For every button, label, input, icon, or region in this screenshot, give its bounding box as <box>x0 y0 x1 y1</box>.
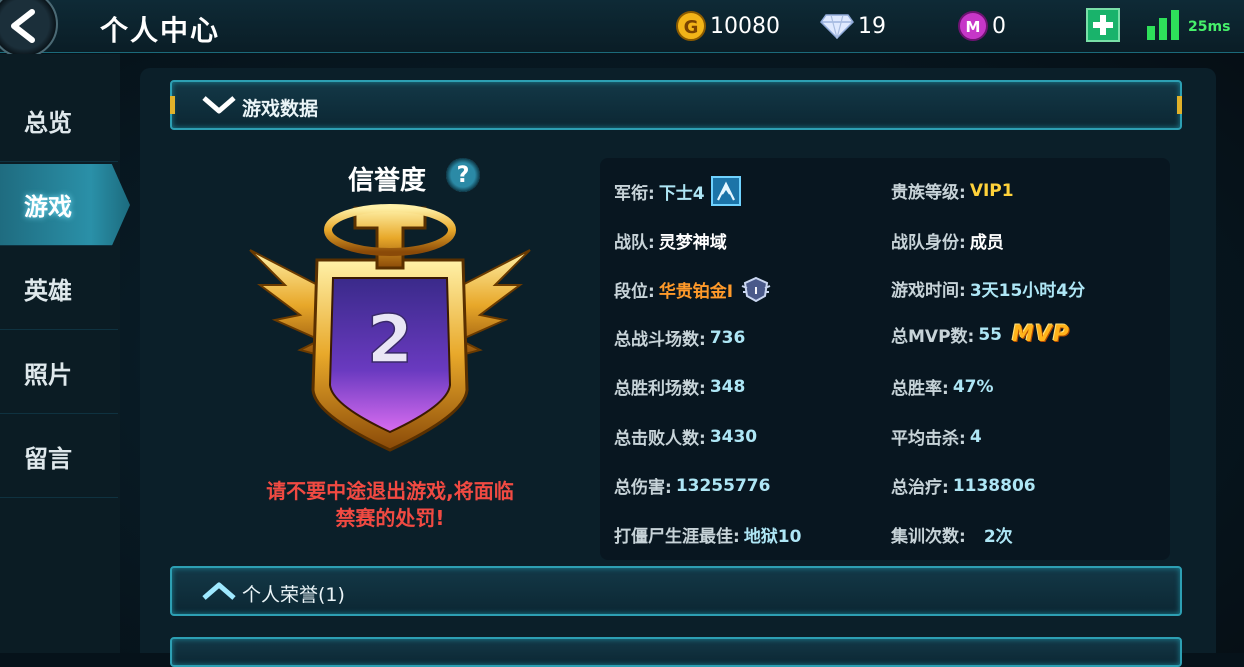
stat-avg-kills: 平均击杀: 4 <box>891 426 982 450</box>
stats-panel <box>600 158 1170 560</box>
section-honors-header[interactable]: 个人荣誉(1) <box>170 566 1182 616</box>
nav-item-overview[interactable]: 总览 <box>0 80 118 162</box>
signal-strength-icon <box>1147 10 1179 40</box>
stat-win-rate: 总胜率: 47% <box>891 376 994 400</box>
back-button[interactable] <box>0 0 58 58</box>
stat-training-count: 集训次数: 2次 <box>891 527 1013 547</box>
plus-icon <box>1093 15 1113 35</box>
nav-item-label: 总览 <box>24 109 72 137</box>
nav-item-label: 照片 <box>24 361 72 389</box>
chevron-down-icon <box>202 96 236 114</box>
help-icon[interactable]: ? <box>446 158 480 192</box>
top-bar: 个人中心 G 10080 19 M 0 25ms <box>0 0 1244 58</box>
stat-total-wins: 总胜利场数: 348 <box>614 376 746 400</box>
gem-amount: 0 <box>992 13 1006 39</box>
ping-indicator: 25ms <box>1188 19 1231 35</box>
section-next-header[interactable] <box>170 637 1182 667</box>
stat-total-kills: 总击败人数: 3430 <box>614 426 758 450</box>
stat-total-healing: 总治疗: 1138806 <box>891 475 1036 499</box>
diamond-counter: 19 <box>820 11 886 41</box>
stat-zombie-best: 打僵尸生涯最佳: 地狱10 <box>614 527 802 547</box>
chevron-up-icon <box>202 582 236 600</box>
diamond-amount: 19 <box>858 13 886 39</box>
credit-badge: 2 <box>249 204 531 452</box>
recharge-button[interactable] <box>1086 8 1120 42</box>
gold-counter: G 10080 <box>676 11 780 41</box>
stat-tier: 段位: 华贵铂金I I <box>614 276 771 302</box>
stat-total-battles: 总战斗场数: 736 <box>614 327 746 351</box>
purple-gem-icon: M <box>958 11 988 41</box>
back-arrow-icon <box>11 9 35 43</box>
credit-score: 2 <box>367 301 413 378</box>
stat-rank: 军衔: 下士4 <box>614 176 741 206</box>
tier-emblem-icon: I <box>741 276 771 302</box>
credit-title: 信誉度 <box>348 166 427 196</box>
nav-item-label: 游戏 <box>24 193 72 221</box>
page-title: 个人中心 <box>100 14 221 47</box>
nav-item-photos[interactable]: 照片 <box>0 332 118 414</box>
diamond-icon <box>820 13 854 39</box>
stat-team-role: 战队身份: 成员 <box>891 233 1004 253</box>
section-title: 游戏数据 <box>242 98 319 120</box>
gold-coin-icon: G <box>676 11 706 41</box>
nav-item-messages[interactable]: 留言 <box>0 416 118 498</box>
nav-item-label: 英雄 <box>24 277 72 305</box>
section-game-data-header[interactable]: 游戏数据 <box>170 80 1182 130</box>
gem-counter: M 0 <box>958 11 1006 41</box>
stat-total-damage: 总伤害: 13255776 <box>614 475 771 499</box>
stat-total-mvp: 总MVP数: 55 MVP <box>891 322 1071 347</box>
gold-amount: 10080 <box>710 13 780 39</box>
stat-noble-level: 贵族等级: VIP1 <box>891 180 1014 204</box>
nav-item-heroes[interactable]: 英雄 <box>0 248 118 330</box>
stat-playtime: 游戏时间: 3天15小时4分 <box>891 281 1086 301</box>
svg-text:G: G <box>684 17 699 38</box>
nav-item-label: 留言 <box>24 445 72 473</box>
nav-item-game[interactable]: 游戏 <box>0 164 130 246</box>
early-exit-warning: 请不要中途退出游戏,将面临 禁赛的处罚! <box>266 479 514 530</box>
svg-text:I: I <box>754 286 758 297</box>
rank-insignia-icon <box>710 176 741 206</box>
stat-team: 战队: 灵梦神域 <box>614 233 727 253</box>
mvp-badge: MVP <box>1012 322 1071 347</box>
section-title: 个人荣誉(1) <box>242 584 345 606</box>
svg-text:M: M <box>966 18 981 36</box>
